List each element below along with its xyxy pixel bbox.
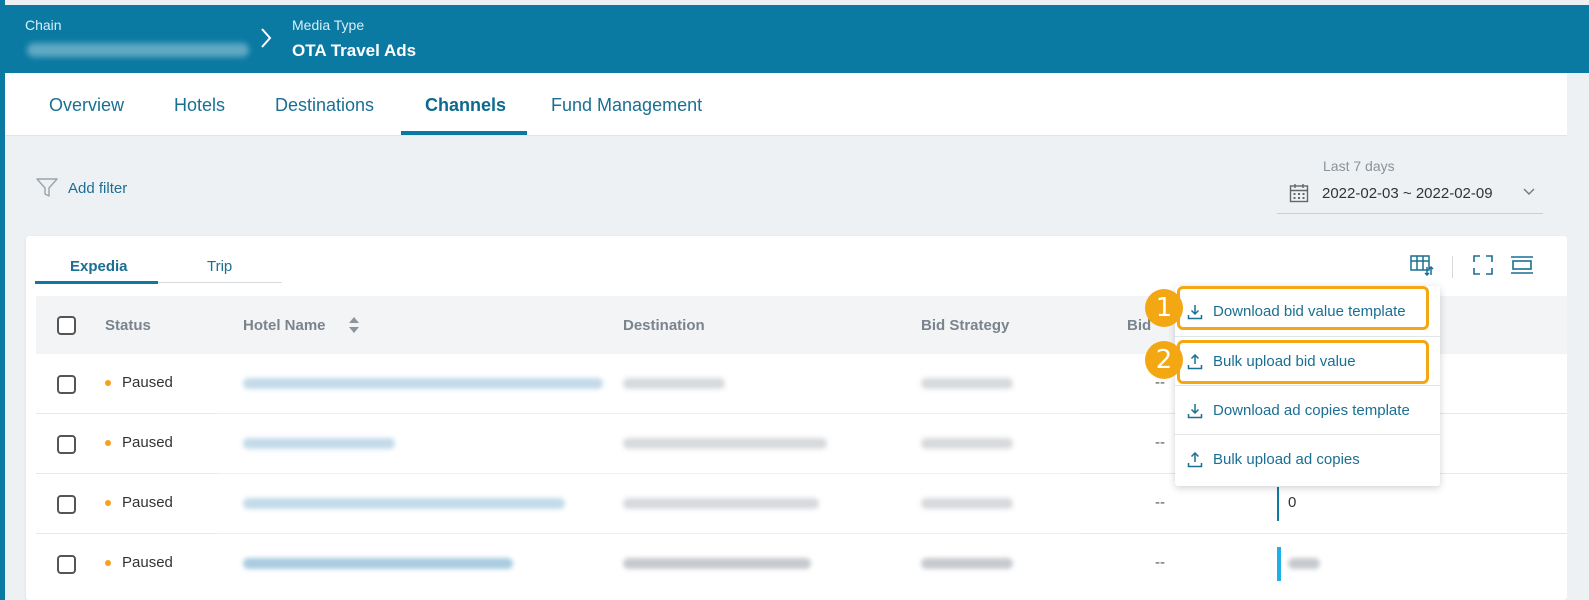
page-right-gutter (1567, 73, 1589, 600)
tab-fund-management[interactable]: Fund Management (551, 95, 702, 116)
bulk-upload-bid-value-item[interactable]: Bulk upload bid value (1175, 337, 1440, 386)
download-icon (1187, 403, 1203, 418)
column-settings-icon[interactable] (1410, 254, 1434, 276)
redaction-overlay (218, 354, 1080, 536)
active-tab-indicator (401, 131, 527, 135)
table-row[interactable]: Paused -- (36, 534, 1567, 594)
date-range-picker[interactable]: Last 7 days 2022-02-03 ~ 2022-02-09 (1277, 158, 1543, 214)
main-tabs: Overview Hotels Destinations Channels Fu… (5, 73, 1589, 136)
subtab-expedia[interactable]: Expedia (70, 258, 128, 275)
chain-label: Chain (25, 17, 62, 33)
filter-icon (36, 178, 58, 197)
hotel-name-redacted[interactable] (243, 558, 513, 569)
bid-value: -- (1155, 494, 1165, 511)
bid-input-cursor (1277, 547, 1281, 581)
calendar-icon (1289, 184, 1309, 203)
upload-icon (1187, 451, 1203, 467)
row-checkbox[interactable] (57, 435, 76, 454)
bid-input-value[interactable]: 0 (1288, 494, 1296, 511)
step-2-badge: 2 (1145, 341, 1183, 379)
column-bid-strategy[interactable]: Bid Strategy (921, 317, 1009, 334)
select-all-checkbox[interactable] (57, 316, 76, 335)
tab-overview[interactable]: Overview (49, 95, 124, 116)
tab-hotels[interactable]: Hotels (174, 95, 225, 116)
toolbar-divider (1452, 256, 1453, 278)
add-filter-label: Add filter (68, 179, 128, 197)
add-filter-button[interactable]: Add filter (36, 178, 127, 198)
status-text: Paused (122, 494, 173, 511)
row-density-icon[interactable] (1510, 254, 1534, 276)
bid-input-redacted[interactable] (1288, 558, 1320, 569)
download-icon (1187, 304, 1203, 319)
upload-icon (1187, 353, 1203, 369)
menu-item-label: Download bid value template (1213, 303, 1406, 320)
bulk-actions-menu: Download bid value template Bulk upload … (1175, 286, 1440, 486)
chevron-down-icon (1523, 188, 1535, 195)
date-range-caption: Last 7 days (1323, 158, 1395, 174)
download-bid-value-template-item[interactable]: Download bid value template (1175, 287, 1440, 336)
row-checkbox[interactable] (57, 555, 76, 574)
media-type-value[interactable]: OTA Travel Ads (292, 41, 416, 61)
column-status[interactable]: Status (105, 317, 151, 334)
header-bar: Chain Media Type OTA Travel Ads (5, 5, 1589, 73)
chain-value-redacted[interactable] (27, 43, 249, 57)
row-checkbox[interactable] (57, 375, 76, 394)
tab-channels[interactable]: Channels (425, 95, 506, 116)
bulk-upload-ad-copies-item[interactable]: Bulk upload ad copies (1175, 435, 1440, 484)
tab-destinations[interactable]: Destinations (275, 95, 374, 116)
status-paused-dot (105, 440, 111, 446)
status-text: Paused (122, 434, 173, 451)
chevron-right-icon (261, 28, 272, 48)
column-bid[interactable]: Bid (1127, 317, 1151, 334)
status-paused-dot (105, 560, 111, 566)
column-hotel-name[interactable]: Hotel Name (243, 317, 326, 334)
row-checkbox[interactable] (57, 495, 76, 514)
status-paused-dot (105, 380, 111, 386)
fullscreen-icon[interactable] (1472, 254, 1494, 276)
bid-value: -- (1155, 434, 1165, 451)
status-text: Paused (122, 374, 173, 391)
download-ad-copies-template-item[interactable]: Download ad copies template (1175, 386, 1440, 435)
bid-input-cursor (1277, 487, 1279, 521)
media-type-label: Media Type (292, 17, 365, 33)
status-text: Paused (122, 554, 173, 571)
menu-item-label: Download ad copies template (1213, 402, 1410, 419)
subtab-trip[interactable]: Trip (207, 258, 232, 275)
sort-icon[interactable] (348, 316, 360, 334)
date-range-value: 2022-02-03 ~ 2022-02-09 (1322, 185, 1493, 202)
bid-strategy-redacted (921, 558, 1013, 569)
menu-item-label: Bulk upload bid value (1213, 353, 1356, 370)
menu-item-label: Bulk upload ad copies (1213, 451, 1360, 468)
status-paused-dot (105, 500, 111, 506)
step-1-badge: 1 (1145, 289, 1183, 327)
active-subtab-indicator (35, 281, 158, 284)
column-destination[interactable]: Destination (623, 317, 705, 334)
destination-redacted (623, 558, 811, 569)
bid-value: -- (1155, 554, 1165, 571)
